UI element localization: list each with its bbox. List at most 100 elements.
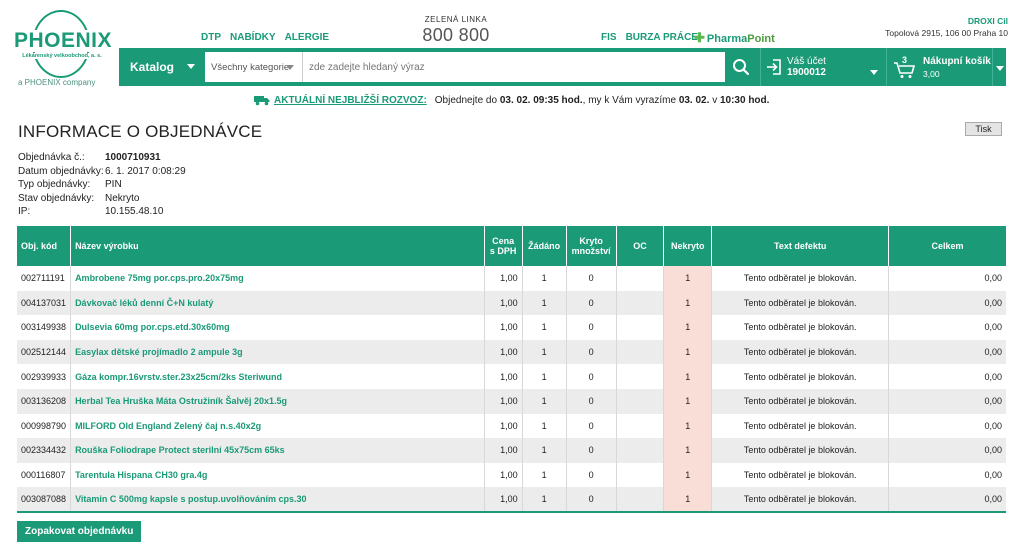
order-status: Nekryto [105, 192, 140, 204]
delivery-info: AKTUÁLNÍ NEJBLIŽŠÍ ROZVOZ: Objednejte do… [254, 95, 769, 106]
delivery-date: 03. 02. [678, 95, 710, 106]
col-header-ordered[interactable]: Žádáno [522, 226, 567, 266]
cell-covered: 0 [566, 462, 617, 488]
cell-uncovered: 1 [663, 438, 713, 463]
cell-code: 000116807 [17, 462, 72, 488]
col-header-price[interactable]: Cena s DPH [484, 226, 523, 266]
link-fis[interactable]: FIS [601, 32, 617, 43]
cart-dropdown-toggle[interactable] [992, 48, 1006, 86]
cell-ordered: 1 [522, 487, 567, 513]
info-row-ip: IP: 10.155.48.10 [18, 206, 186, 220]
info-row-status: Stav objednávky: Nekryto [18, 193, 186, 207]
cell-oc [616, 290, 665, 316]
phoenix-logo[interactable]: PHOENIX Lékárenský velkoobchod, a. s. a … [14, 10, 112, 90]
pharmapoint-text-b: Point [747, 33, 775, 45]
cell-ordered: 1 [522, 315, 567, 340]
cart-total: 3,00 [923, 69, 940, 79]
product-name-link[interactable]: Dávkovač léků denní Č+N kulatý [70, 290, 485, 316]
table-row: 002939933 Gáza kompr.16vrstv.ster.23x25cm… [17, 364, 1006, 389]
cell-covered: 0 [566, 438, 617, 463]
chevron-down-icon [286, 65, 294, 70]
customer-address: Topolová 2915, 106 00 Praha 10 [885, 28, 1008, 38]
cell-code: 003136208 [17, 388, 72, 414]
katalog-label: Katalog [130, 60, 175, 74]
truck-icon [254, 96, 270, 106]
pharmapoint-link[interactable]: ✚ PharmaPoint [694, 30, 775, 46]
cart-button[interactable]: 3 Nákupní košík 3,00 [886, 48, 992, 86]
cell-ordered: 1 [522, 339, 567, 365]
product-name-link[interactable]: Rouška Foliodrape Protect sterilní 45x75… [70, 438, 485, 463]
cell-covered: 0 [566, 266, 617, 291]
info-row-order: Objednávka č.: 1000710931 [18, 152, 186, 166]
info-label: Typ objednávky: [18, 179, 91, 190]
product-name-link[interactable]: Tarentula Hispana CH30 gra.4g [70, 462, 485, 488]
account-number: 1900012 [787, 67, 826, 78]
col-header-name[interactable]: Název výrobku [70, 226, 485, 266]
login-icon [767, 59, 781, 75]
delivery-deadline: 03. 02. 09:35 hod. [499, 95, 583, 106]
top-links-right: FIS BURZA PRÁCE [601, 32, 707, 43]
table-row: 003136208 Herbal Tea Hruška Máta Ostružin… [17, 388, 1006, 414]
cell-price: 1,00 [484, 266, 523, 291]
search-button[interactable] [725, 48, 757, 86]
cell-total: 0,00 [888, 413, 1006, 439]
category-value: Všechny kategorie [211, 61, 290, 73]
link-dtp[interactable]: DTP [201, 32, 221, 43]
search-input[interactable] [303, 52, 725, 82]
cell-covered: 0 [566, 413, 617, 439]
cell-uncovered: 1 [663, 364, 713, 389]
account-menu[interactable]: Váš účet 1900012 [760, 48, 884, 86]
cell-price: 1,00 [484, 364, 523, 389]
cell-uncovered: 1 [663, 266, 713, 291]
cell-code: 004137031 [17, 290, 72, 316]
order-ip: 10.155.48.10 [105, 206, 164, 217]
product-name-link[interactable]: Ambrobene 75mg por.cps.pro.20x75mg [70, 266, 485, 291]
col-header-code[interactable]: Obj. kód [17, 226, 72, 266]
cell-covered: 0 [566, 388, 617, 414]
cell-oc [616, 487, 665, 513]
table-row: 002711191 Ambrobene 75mg por.cps.pro.20x7… [17, 266, 1006, 291]
info-label: Stav objednávky: [18, 192, 95, 204]
cart-label: Nákupní košík [923, 56, 991, 67]
print-button[interactable]: Tisk [965, 122, 1002, 136]
plus-cross-icon: ✚ [694, 30, 705, 45]
cell-oc [616, 438, 665, 463]
col-header-oc[interactable]: OC [616, 226, 665, 266]
cart-icon [894, 62, 916, 78]
cell-price: 1,00 [484, 487, 523, 513]
col-header-total[interactable]: Celkem [888, 226, 1006, 266]
cell-total: 0,00 [888, 462, 1006, 488]
cell-price: 1,00 [484, 388, 523, 414]
product-name-link[interactable]: Herbal Tea Hruška Máta Ostružiník Šalvěj… [70, 388, 485, 414]
col-header-covered[interactable]: Kryto množství [566, 226, 617, 266]
cell-code: 002711191 [17, 266, 72, 291]
info-row-date: Datum objednávky: 6. 1. 2017 0:08:29 [18, 166, 186, 180]
repeat-order-button[interactable]: Zopakovat objednávku [17, 521, 142, 542]
account-label: Váš účet [787, 56, 826, 67]
product-name-link[interactable]: Vitamin C 500mg kapsle s postup.uvolňová… [70, 487, 485, 513]
product-name-link[interactable]: Dulsevia 60mg por.cps.etd.30x60mg [70, 315, 485, 340]
link-alergie[interactable]: ALERGIE [285, 32, 329, 43]
customer-info: DROXI Cil Topolová 2915, 106 00 Praha 10 [885, 16, 1008, 38]
katalog-menu[interactable]: Katalog [119, 48, 201, 86]
cell-defect-text: Tento odběratel je blokován. [711, 266, 890, 291]
delivery-link[interactable]: AKTUÁLNÍ NEJBLIŽŠÍ ROZVOZ: [274, 95, 427, 106]
product-name-link[interactable]: Gáza kompr.16vrstv.ster.23x25cm/2ks Ster… [70, 364, 485, 389]
info-label: Objednávka č.: [18, 152, 85, 163]
order-number: 1000710931 [105, 152, 161, 163]
table-row: 003149938 Dulsevia 60mg por.cps.etd.30x60… [17, 315, 1006, 340]
col-header-uncovered[interactable]: Nekryto [663, 226, 713, 266]
table-row: 002512144 Easylax dětské projímadlo 2 amp… [17, 339, 1006, 365]
link-burza-prace[interactable]: BURZA PRÁCE [626, 32, 698, 43]
link-nabidky[interactable]: NABÍDKY [230, 32, 276, 43]
cell-covered: 0 [566, 339, 617, 365]
product-name-link[interactable]: MILFORD Old England Zelený čaj n.s.40x2g [70, 413, 485, 439]
category-select[interactable]: Všechny kategorie [205, 52, 303, 82]
delivery-text-2: , my k Vám vyrazíme [582, 95, 677, 106]
cell-price: 1,00 [484, 438, 523, 463]
cell-defect-text: Tento odběratel je blokován. [711, 487, 890, 513]
product-name-link[interactable]: Easylax dětské projímadlo 2 ampule 3g [70, 339, 485, 365]
cell-ordered: 1 [522, 462, 567, 488]
col-header-defect[interactable]: Text defektu [711, 226, 890, 266]
order-date: 6. 1. 2017 0:08:29 [105, 165, 186, 177]
